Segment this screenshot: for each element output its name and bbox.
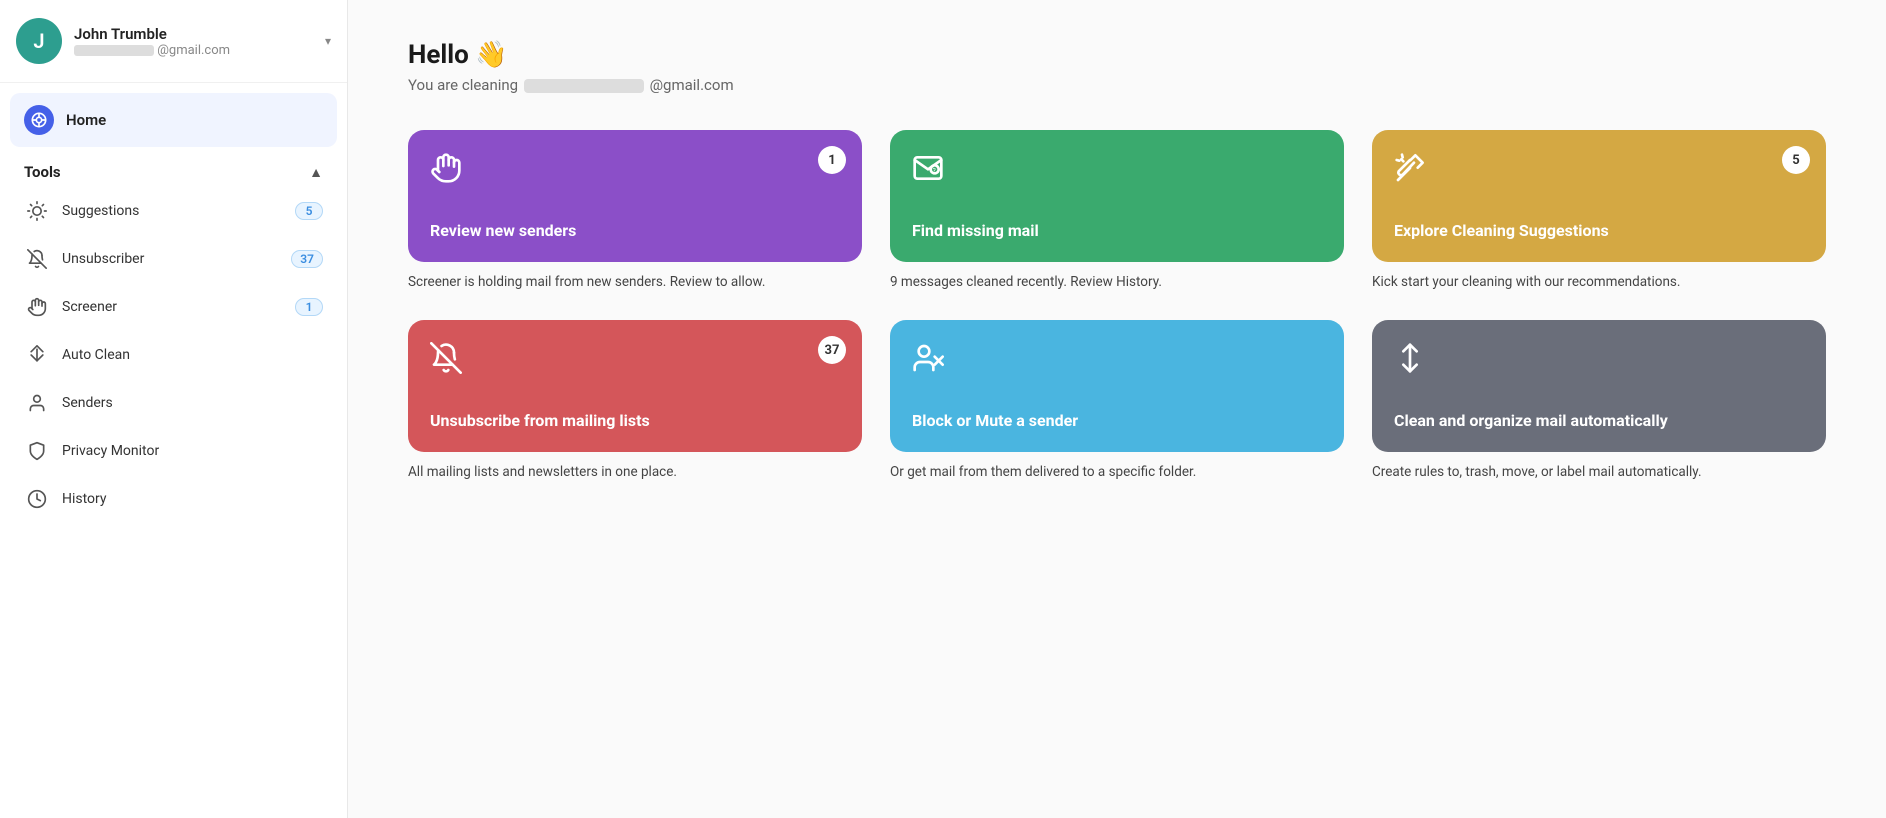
card-auto-clean[interactable]: Clean and organize mail automatically: [1372, 320, 1826, 452]
person-icon: [24, 390, 50, 416]
sidebar: J John Trumble @gmail.com ▾: [0, 0, 348, 818]
sidebar-item-senders[interactable]: Senders: [10, 379, 337, 427]
card-title-block-mute: Block or Mute a sender: [912, 411, 1322, 432]
card-title-review-senders: Review new senders: [430, 221, 840, 242]
sidebar-item-history[interactable]: History: [10, 475, 337, 523]
sidebar-item-home[interactable]: Home: [10, 93, 337, 147]
privacy-monitor-label: Privacy Monitor: [62, 443, 323, 459]
user-section[interactable]: J John Trumble @gmail.com ▾: [0, 0, 347, 83]
card-block-mute[interactable]: Block or Mute a sender: [890, 320, 1344, 452]
greeting-heading: Hello 👋: [408, 40, 1826, 70]
home-label: Home: [66, 111, 106, 129]
auto-clean-label: Auto Clean: [62, 347, 323, 363]
nav-section: Home Tools ▲ S: [0, 83, 347, 533]
unsubscriber-label: Unsubscriber: [62, 251, 279, 267]
unsubscribe-icon: [430, 342, 840, 381]
hand-icon: [24, 294, 50, 320]
hand-stop-icon: [430, 152, 840, 191]
bell-off-icon: [24, 246, 50, 272]
card-desc-explore-suggestions: Kick start your cleaning with our recomm…: [1372, 272, 1826, 292]
card-find-missing[interactable]: ? Find missing mail: [890, 130, 1344, 262]
card-unsubscribe[interactable]: 37 Unsubscribe from mailing lists: [408, 320, 862, 452]
card-desc-unsubscribe: All mailing lists and newsletters in one…: [408, 462, 862, 482]
subgreeting: You are cleaning @gmail.com: [408, 76, 1826, 94]
home-icon: [24, 105, 54, 135]
history-label: History: [62, 491, 323, 507]
sidebar-item-privacy-monitor[interactable]: Privacy Monitor: [10, 427, 337, 475]
envelope-question-icon: ?: [912, 152, 1322, 191]
card-wrapper-find-missing: ? Find missing mail 9 messages cleaned r…: [890, 130, 1344, 292]
card-badge-explore-suggestions: 5: [1782, 146, 1810, 174]
card-title-unsubscribe: Unsubscribe from mailing lists: [430, 411, 840, 432]
arrows-updown-icon: [1394, 342, 1804, 381]
card-title-explore-suggestions: Explore Cleaning Suggestions: [1394, 221, 1804, 242]
shield-icon: [24, 438, 50, 464]
arrows-down-up-icon: [24, 342, 50, 368]
avatar: J: [16, 18, 62, 64]
screener-badge: 1: [295, 298, 323, 316]
suggestions-label: Suggestions: [62, 203, 283, 219]
card-desc-review-senders: Screener is holding mail from new sender…: [408, 272, 862, 292]
cards-grid: 1 Review new senders Screener is holding…: [408, 130, 1826, 482]
card-wrapper-explore-suggestions: 5 Explore Cleaning Suggestions Kick star…: [1372, 130, 1826, 292]
tools-chevron-icon[interactable]: ▲: [309, 164, 323, 181]
clock-icon: [24, 486, 50, 512]
email-blur: [524, 79, 644, 93]
user-info: John Trumble @gmail.com: [74, 25, 313, 58]
person-block-icon: [912, 342, 1322, 381]
screener-label: Screener: [62, 299, 283, 315]
sidebar-item-unsubscriber[interactable]: Unsubscriber 37: [10, 235, 337, 283]
card-title-auto-clean: Clean and organize mail automatically: [1394, 411, 1804, 432]
user-name: John Trumble: [74, 25, 313, 43]
tools-section-label: Tools: [24, 163, 61, 181]
sidebar-item-auto-clean[interactable]: Auto Clean: [10, 331, 337, 379]
card-wrapper-review-senders: 1 Review new senders Screener is holding…: [408, 130, 862, 292]
bulb-icon: [24, 198, 50, 224]
card-explore-suggestions[interactable]: 5 Explore Cleaning Suggestions: [1372, 130, 1826, 262]
unsubscriber-badge: 37: [291, 250, 323, 268]
tools-header: Tools ▲: [10, 151, 337, 187]
broom-sparkle-icon: [1394, 152, 1804, 191]
card-wrapper-auto-clean: Clean and organize mail automatically Cr…: [1372, 320, 1826, 482]
card-review-senders[interactable]: 1 Review new senders: [408, 130, 862, 262]
card-title-find-missing: Find missing mail: [912, 221, 1322, 242]
user-email: @gmail.com: [74, 43, 313, 58]
senders-label: Senders: [62, 395, 323, 411]
card-desc-block-mute: Or get mail from them delivered to a spe…: [890, 462, 1344, 482]
sidebar-item-screener[interactable]: Screener 1: [10, 283, 337, 331]
svg-text:?: ?: [933, 167, 936, 175]
sidebar-item-suggestions[interactable]: Suggestions 5: [10, 187, 337, 235]
card-desc-auto-clean: Create rules to, trash, move, or label m…: [1372, 462, 1826, 482]
card-badge-review-senders: 1: [818, 146, 846, 174]
main-content: Hello 👋 You are cleaning @gmail.com 1 Re…: [348, 0, 1886, 818]
card-wrapper-block-mute: Block or Mute a sender Or get mail from …: [890, 320, 1344, 482]
card-desc-find-missing: 9 messages cleaned recently. Review Hist…: [890, 272, 1344, 292]
card-wrapper-unsubscribe: 37 Unsubscribe from mailing lists All ma…: [408, 320, 862, 482]
dropdown-chevron-icon[interactable]: ▾: [325, 34, 331, 48]
suggestions-badge: 5: [295, 202, 323, 220]
card-badge-unsubscribe: 37: [818, 336, 846, 364]
